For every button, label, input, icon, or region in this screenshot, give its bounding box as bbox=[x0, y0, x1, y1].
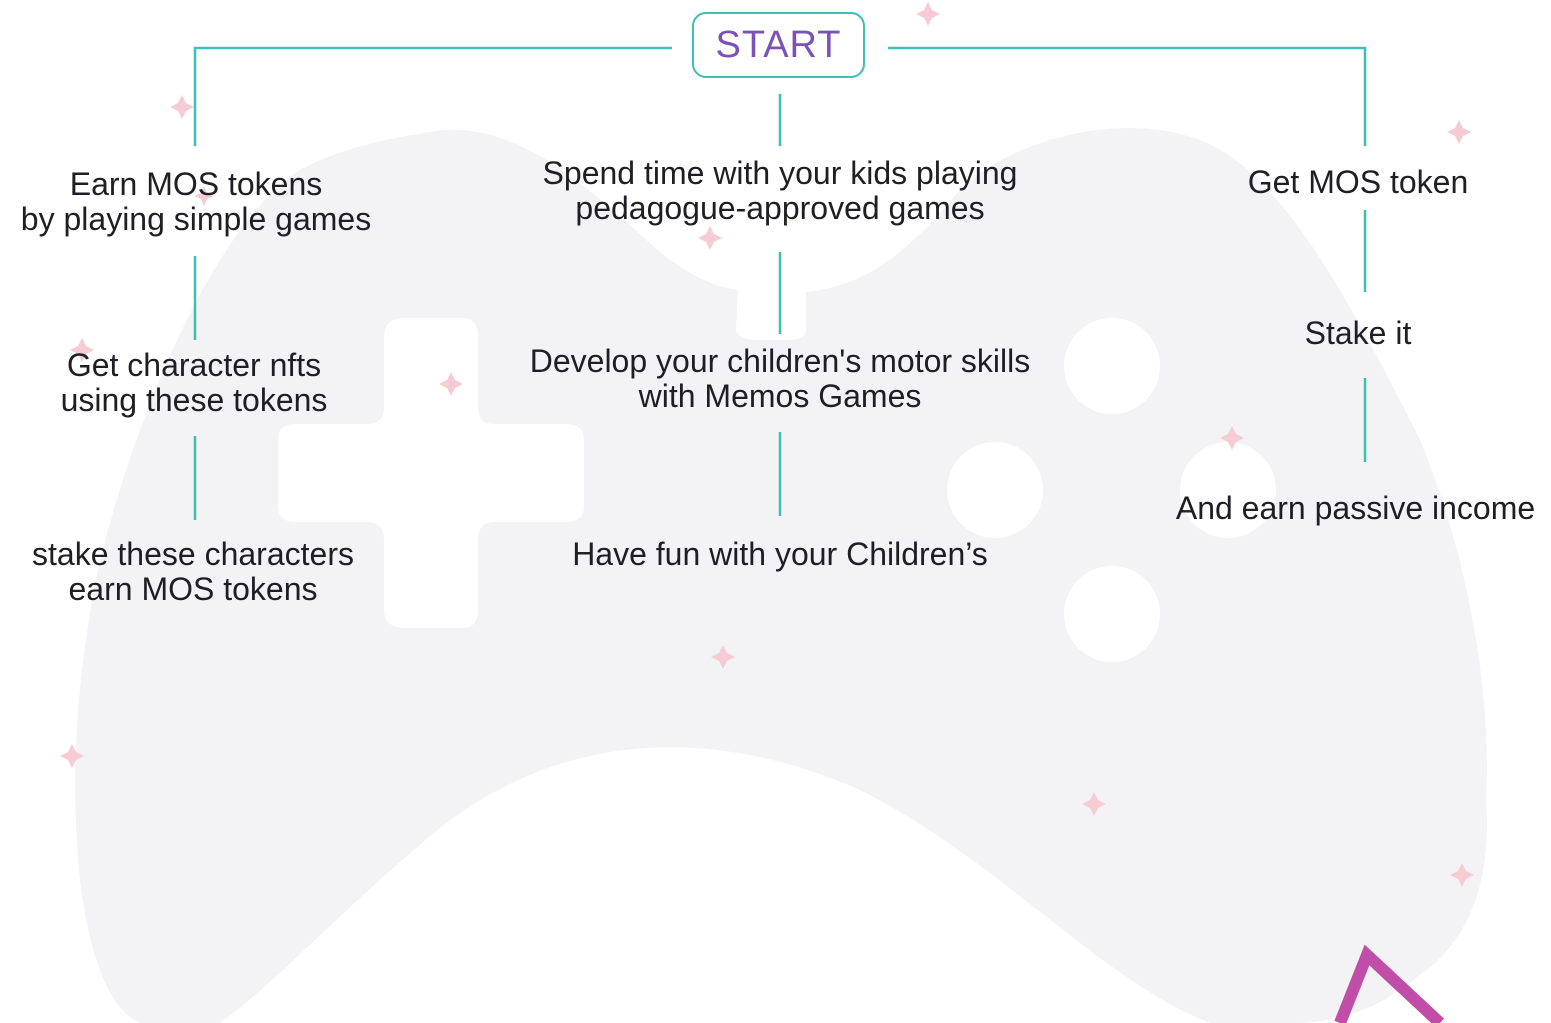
step-line: using these tokens bbox=[60, 382, 328, 418]
step-line: earn MOS tokens bbox=[68, 571, 318, 607]
step-line: Stake it bbox=[1304, 315, 1412, 351]
sparkle-icon bbox=[698, 226, 722, 250]
right-step-2: Stake it bbox=[1200, 316, 1516, 351]
center-step-1: Spend time with your kids playing pedago… bbox=[480, 156, 1080, 226]
sparkle-icon bbox=[1447, 120, 1471, 144]
right-step-1: Get MOS token bbox=[1200, 165, 1516, 200]
sparkle-icon bbox=[170, 95, 194, 119]
step-line: Earn MOS tokens bbox=[69, 166, 323, 202]
center-step-3: Have fun with your Children’s bbox=[500, 537, 1060, 572]
step-line: by playing simple games bbox=[20, 201, 372, 237]
step-line: Have fun with your Children’s bbox=[572, 536, 988, 572]
sparkle-icon bbox=[916, 2, 940, 26]
step-line: stake these characters bbox=[32, 536, 354, 572]
step-line: Get MOS token bbox=[1247, 164, 1469, 200]
step-line: with Memos Games bbox=[638, 378, 922, 414]
left-step-1: Earn MOS tokens by playing simple games bbox=[0, 167, 392, 237]
start-label: START bbox=[715, 23, 842, 66]
start-node: START bbox=[692, 12, 865, 78]
left-step-2: Get character nfts using these tokens bbox=[0, 348, 388, 418]
step-line: And earn passive income bbox=[1175, 490, 1536, 526]
connector-top-left bbox=[193, 46, 672, 146]
step-line: Develop your children's motor skills bbox=[529, 343, 1031, 379]
step-line: Spend time with your kids playing bbox=[542, 155, 1018, 191]
center-step-2: Develop your children's motor skills wit… bbox=[470, 344, 1090, 414]
step-line: Get character nfts bbox=[66, 347, 322, 383]
left-step-3: stake these characters earn MOS tokens bbox=[0, 537, 386, 607]
right-step-3: And earn passive income bbox=[1160, 491, 1551, 526]
step-line: pedagogue-approved games bbox=[575, 190, 985, 226]
